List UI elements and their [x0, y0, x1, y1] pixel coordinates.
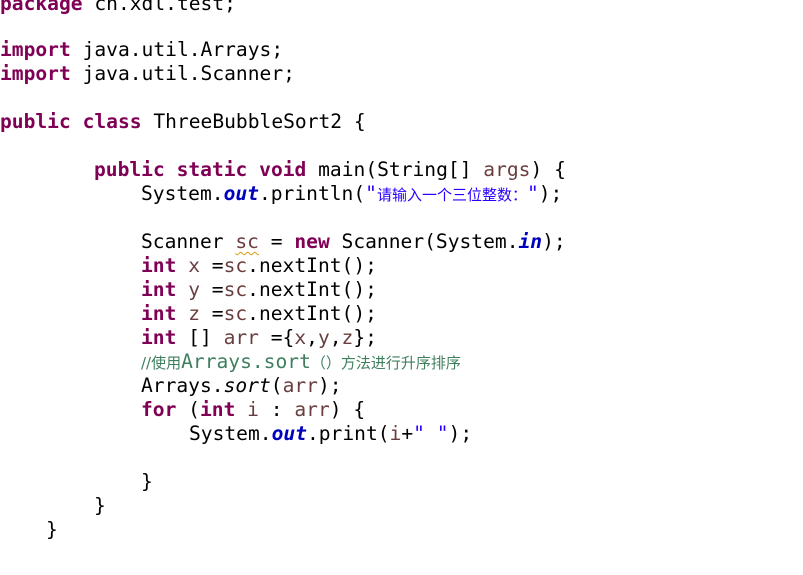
- code-line-import-scanner: import java.util.Scanner;: [0, 62, 295, 86]
- comma: ,: [306, 326, 318, 349]
- array-brackets: []: [176, 326, 224, 349]
- code-line-println: System.out.println("请输入一个三位整数：");: [141, 182, 562, 206]
- sort-close: );: [317, 374, 342, 397]
- keyword-static: static: [176, 158, 248, 181]
- println-call: .println(: [258, 182, 366, 205]
- next-int-call: .nextInt();: [247, 254, 377, 277]
- for-open: (: [176, 398, 200, 421]
- system-ref: System.: [141, 182, 224, 205]
- brace-close: }: [94, 494, 106, 517]
- keyword-int: int: [141, 278, 177, 301]
- field-out: out: [271, 422, 307, 445]
- brace-close: }: [46, 518, 58, 541]
- print-call: .print(: [306, 422, 390, 445]
- keyword-import: import: [0, 38, 71, 61]
- main-signature-end: ) {: [530, 158, 566, 181]
- keyword-for: for: [141, 398, 177, 421]
- code-line-scanner: Scanner sc = new Scanner(System.in);: [141, 230, 566, 254]
- sort-open: (: [270, 374, 283, 397]
- var-y: y: [317, 326, 330, 349]
- param-args: args: [483, 158, 531, 181]
- scanner-ctor: Scanner(System.: [329, 230, 519, 253]
- package-name: cn.xdl.test;: [82, 0, 236, 15]
- code-line-int-y: int y =sc.nextInt();: [141, 278, 377, 302]
- code-line-arrays-sort: Arrays.sort(arr);: [141, 374, 342, 398]
- code-line-package: package cn.xdl.test;: [0, 0, 236, 16]
- code-line-int-arr: int [] arr ={x,y,z};: [141, 326, 377, 350]
- class-name: ThreeBubbleSort2 {: [141, 110, 366, 133]
- var-x: x: [294, 326, 307, 349]
- println-close: );: [538, 182, 563, 205]
- for-close: ) {: [329, 398, 366, 421]
- keyword-new: new: [294, 230, 330, 253]
- code-line-comment: //使用Arrays.sort（）方法进行升序排序: [141, 350, 461, 374]
- var-sc: sc: [223, 278, 248, 301]
- code-line-int-z: int z =sc.nextInt();: [141, 302, 377, 326]
- keyword-int: int: [141, 302, 177, 325]
- import-arrays: java.util.Arrays;: [70, 38, 284, 61]
- assign-op: =: [199, 254, 224, 277]
- arrays-ref: Arrays.: [141, 374, 224, 397]
- keyword-package: package: [0, 0, 83, 15]
- for-colon: :: [258, 398, 295, 421]
- code-line-class-decl: public class ThreeBubbleSort2 {: [0, 110, 366, 134]
- keyword-import: import: [0, 62, 71, 85]
- code-editor[interactable]: package cn.xdl.test; import java.util.Ar…: [0, 0, 803, 575]
- var-sc-warning: sc: [235, 230, 259, 253]
- code-line-int-x: int x =sc.nextInt();: [141, 254, 377, 278]
- array-init-close: };: [353, 326, 377, 349]
- main-signature: main(String[]: [306, 158, 484, 181]
- comment-prefix: //使用: [141, 354, 182, 372]
- var-sc: sc: [223, 254, 248, 277]
- var-arr: arr: [223, 326, 259, 349]
- keyword-void: void: [259, 158, 307, 181]
- plus-op: +: [401, 422, 414, 445]
- next-int-call: .nextInt();: [247, 302, 377, 325]
- code-line-close-for: }: [141, 470, 153, 494]
- print-close: );: [448, 422, 473, 445]
- code-line-import-arrays: import java.util.Arrays;: [0, 38, 283, 62]
- code-line-close-main: }: [94, 494, 106, 518]
- var-sc: sc: [223, 302, 248, 325]
- scanner-type: Scanner: [141, 230, 236, 253]
- ctor-close: );: [542, 230, 566, 253]
- keyword-class: class: [82, 110, 142, 133]
- field-in: in: [518, 230, 543, 253]
- var-x: x: [188, 254, 200, 277]
- system-ref: System.: [189, 422, 272, 445]
- var-arr: arr: [294, 398, 330, 421]
- string-prompt: 请输入一个三位整数：: [376, 186, 527, 204]
- keyword-public: public: [0, 110, 71, 133]
- var-arr: arr: [282, 374, 318, 397]
- code-line-close-class: }: [46, 518, 58, 542]
- code-line-print: System.out.print(i+" ");: [189, 422, 472, 446]
- assign-op: =: [199, 302, 224, 325]
- keyword-int: int: [199, 398, 236, 421]
- code-line-main-decl: public static void main(String[] args) {: [94, 158, 566, 182]
- field-out: out: [223, 182, 259, 205]
- string-space: " ": [413, 422, 449, 445]
- array-init-open: ={: [258, 326, 295, 349]
- assign-op: =: [199, 278, 224, 301]
- string-quote-close: ": [526, 182, 539, 205]
- comment-suffix: （）方法进行升序排序: [310, 354, 461, 372]
- keyword-int: int: [141, 254, 177, 277]
- string-quote-open: ": [365, 182, 377, 205]
- var-i: i: [389, 422, 402, 445]
- var-z: z: [341, 326, 354, 349]
- keyword-public: public: [94, 158, 165, 181]
- brace-close: }: [141, 470, 153, 493]
- var-y: y: [188, 278, 200, 301]
- method-sort: sort: [223, 374, 271, 397]
- var-i: i: [247, 398, 259, 421]
- var-z: z: [188, 302, 200, 325]
- comma: ,: [329, 326, 342, 349]
- code-line-for: for (int i : arr) {: [141, 398, 365, 422]
- comment-arrays-sort: Arrays.sort: [181, 350, 311, 373]
- keyword-int: int: [141, 326, 177, 349]
- import-scanner: java.util.Scanner;: [70, 62, 295, 85]
- assign-op: =: [258, 230, 295, 253]
- next-int-call: .nextInt();: [247, 278, 377, 301]
